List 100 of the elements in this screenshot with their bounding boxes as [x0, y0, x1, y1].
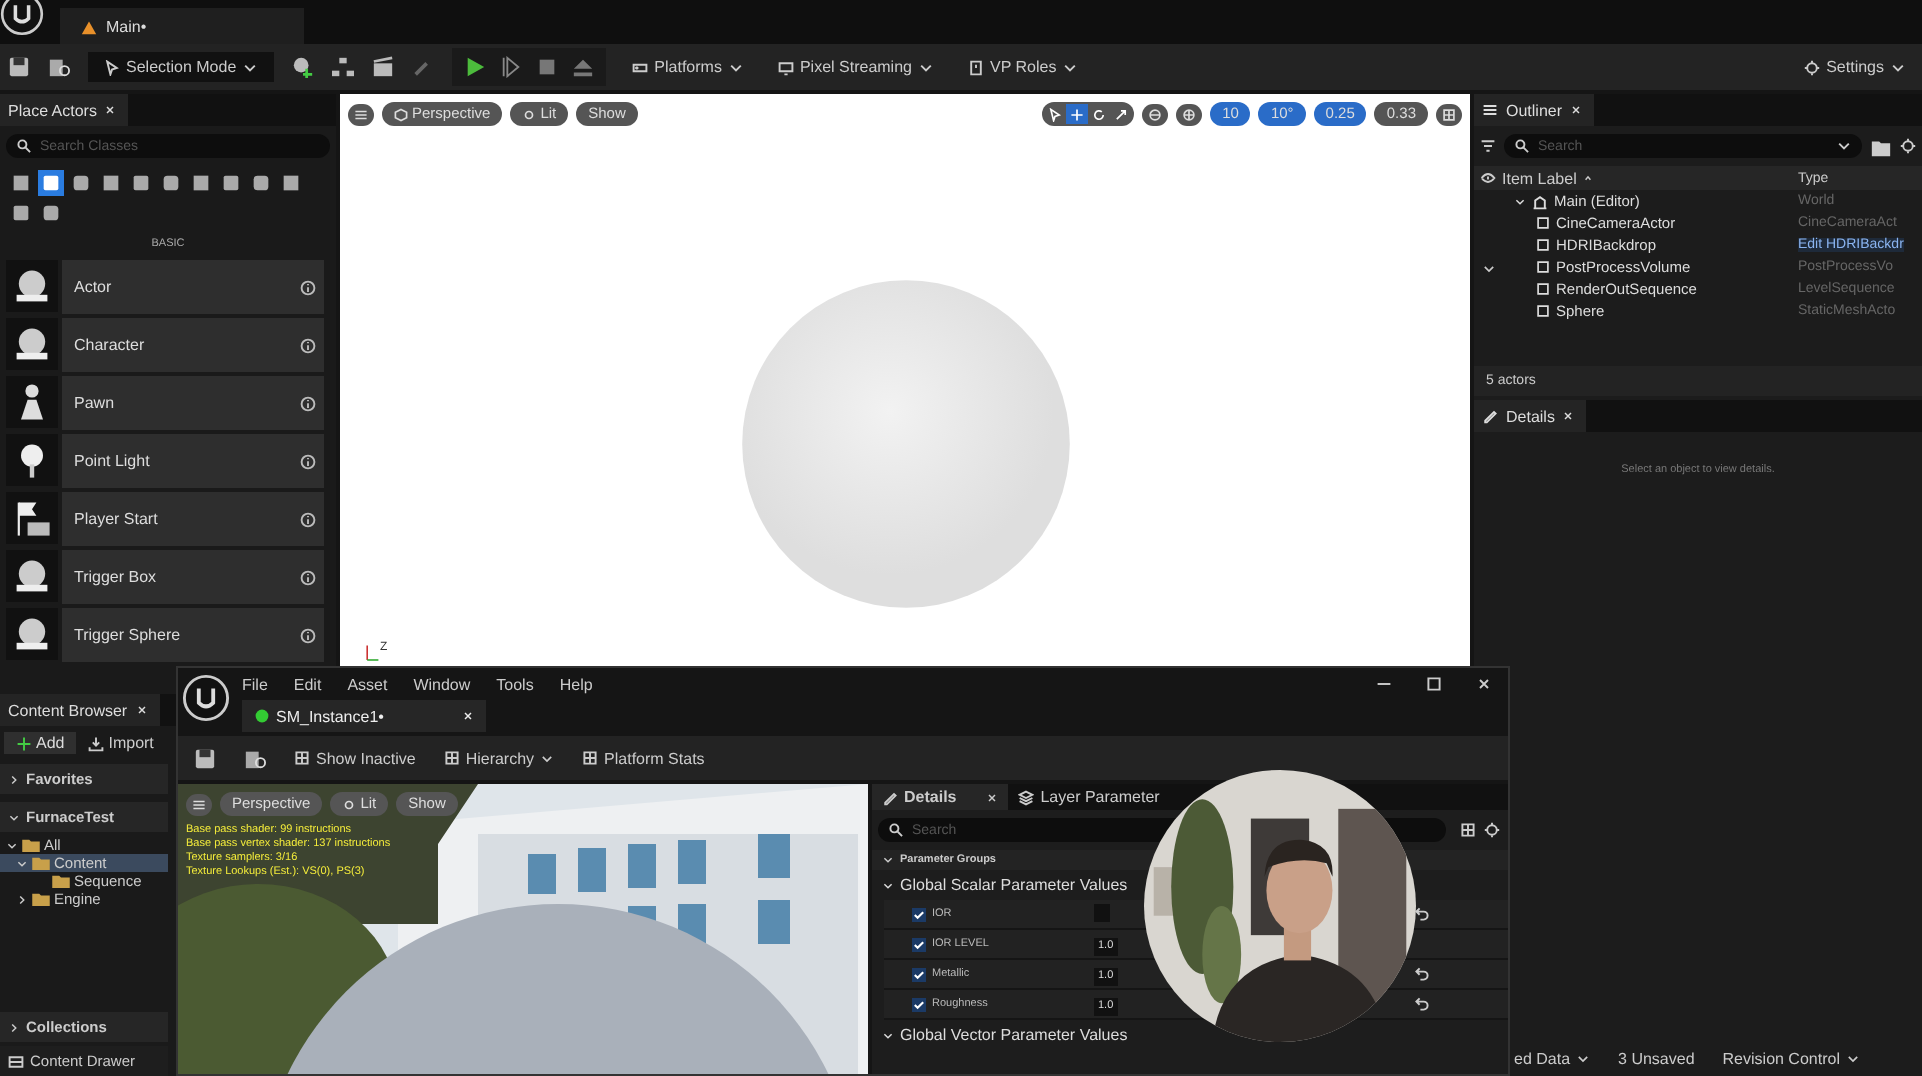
help-icon: [300, 395, 316, 411]
column-header[interactable]: Item Label: [1480, 169, 1595, 187]
logo-icon: [182, 674, 230, 722]
eject-icon[interactable]: [572, 56, 595, 78]
category-icon[interactable]: [128, 170, 154, 196]
save-icon[interactable]: [194, 747, 216, 769]
category-icon[interactable]: [248, 170, 274, 196]
actor-icon: [6, 608, 58, 660]
category-icon[interactable]: [188, 170, 214, 196]
add-actor-icon[interactable]: [292, 56, 315, 78]
menu-item[interactable]: Help: [559, 675, 593, 693]
content-browser-tab[interactable]: Content Browser: [0, 694, 160, 726]
actor-item[interactable]: Pawn: [62, 376, 324, 430]
actor-item[interactable]: Point Light: [62, 434, 324, 488]
menu-item[interactable]: Tools: [496, 675, 534, 693]
add-button[interactable]: Add: [4, 732, 77, 754]
material-icon: [254, 708, 270, 724]
help-icon: [300, 337, 316, 353]
menu-item[interactable]: Edit: [293, 675, 322, 693]
maximize-icon[interactable]: [1426, 676, 1442, 692]
light-icon: [342, 797, 357, 811]
category-icon[interactable]: [68, 170, 94, 196]
step-icon[interactable]: [500, 56, 523, 78]
category-icon[interactable]: [38, 200, 64, 226]
reset-icon[interactable]: [1414, 996, 1430, 1012]
table-icon[interactable]: [1460, 822, 1476, 838]
reset-icon[interactable]: [1414, 906, 1430, 922]
toolbar-button[interactable]: Hierarchy: [443, 749, 555, 767]
transform-mode-button[interactable]: [1066, 104, 1089, 124]
pointer-icon: [1048, 107, 1063, 121]
filter-icon[interactable]: [1480, 138, 1496, 154]
sort-icon: [1582, 172, 1595, 184]
help-icon: [300, 569, 316, 585]
status-item[interactable]: 3 Unsaved: [1618, 1049, 1695, 1067]
vp-roles-dropdown[interactable]: VP Roles: [959, 54, 1087, 80]
level-tab[interactable]: Main•: [60, 8, 304, 44]
save-icon[interactable]: [8, 56, 30, 78]
chevron-down-icon[interactable]: [1482, 262, 1496, 276]
details-tab[interactable]: Details: [1474, 400, 1587, 432]
chevron-down-icon: [242, 59, 259, 75]
chevron-down-icon: [1062, 59, 1079, 75]
axis-icon: [364, 642, 380, 662]
settings-icon[interactable]: [1900, 138, 1916, 154]
place-actors-tab[interactable]: Place Actors: [0, 94, 129, 126]
panel-tab[interactable]: Details: [872, 784, 1009, 810]
category-icon[interactable]: [8, 170, 34, 196]
settings-icon[interactable]: [1484, 822, 1500, 838]
globe-icon: [1148, 107, 1163, 121]
menu-item[interactable]: Asset: [347, 675, 388, 693]
category-icon[interactable]: [98, 170, 124, 196]
actor-item[interactable]: Actor: [62, 260, 324, 314]
pixel-streaming-dropdown[interactable]: Pixel Streaming: [769, 54, 942, 80]
category-icon[interactable]: [158, 170, 184, 196]
actor-item[interactable]: Character: [62, 318, 324, 372]
browse-icon[interactable]: [244, 747, 266, 769]
local-space-button[interactable]: [1176, 103, 1203, 125]
checkbox[interactable]: [912, 937, 926, 951]
actor-item[interactable]: Trigger Sphere: [62, 608, 324, 662]
toolbar-button[interactable]: Platform Stats: [582, 749, 705, 767]
outliner-tab[interactable]: Outliner: [1474, 94, 1595, 126]
search-icon: [1514, 138, 1530, 154]
level-icon: [1532, 193, 1548, 209]
reset-icon[interactable]: [1414, 966, 1430, 982]
category-icon[interactable]: [278, 170, 304, 196]
selection-mode-dropdown[interactable]: Selection Mode: [88, 52, 275, 82]
group-header[interactable]: Global Scalar Parameter Values: [872, 870, 1138, 900]
import-button[interactable]: Import: [84, 732, 158, 754]
browse-icon[interactable]: [48, 56, 70, 78]
close-icon[interactable]: [1476, 676, 1492, 692]
drawer-icon: [8, 1053, 24, 1069]
stop-icon[interactable]: [536, 56, 559, 78]
category-icon[interactable]: [8, 200, 34, 226]
status-item[interactable]: ed Data: [1514, 1049, 1591, 1067]
asset-tab[interactable]: SM_Instance1•: [242, 700, 486, 732]
actor-item[interactable]: Trigger Box: [62, 550, 324, 604]
checkbox[interactable]: [912, 997, 926, 1011]
clapper-icon[interactable]: [372, 56, 395, 78]
actor-icon: [6, 492, 58, 544]
menu-item[interactable]: File: [242, 675, 268, 693]
category-icon[interactable]: [218, 170, 244, 196]
panel-tab[interactable]: Layer Parameter: [1008, 784, 1170, 810]
menu-button[interactable]: [348, 103, 374, 125]
group-header[interactable]: Global Vector Parameter Values: [872, 1020, 1138, 1050]
blueprint-icon[interactable]: [332, 56, 355, 78]
level-icon: [80, 17, 98, 35]
layers-icon: [1018, 789, 1035, 805]
play-icon[interactable]: [464, 56, 487, 78]
close-icon: [135, 704, 148, 716]
toolbar-button[interactable]: Show Inactive: [294, 749, 416, 767]
category-icon[interactable]: [38, 170, 64, 196]
checkbox[interactable]: [912, 967, 926, 981]
checkbox[interactable]: [912, 907, 926, 921]
actor-item[interactable]: Player Start: [62, 492, 324, 546]
menu-item[interactable]: Window: [413, 675, 471, 693]
settings-dropdown[interactable]: Settings: [1796, 54, 1914, 80]
status-item[interactable]: Revision Control: [1722, 1049, 1860, 1067]
light-icon: [522, 107, 537, 121]
platforms-dropdown[interactable]: Platforms: [624, 54, 752, 80]
layout-button[interactable]: [1436, 103, 1462, 125]
surface-snap-button[interactable]: [1142, 103, 1169, 125]
